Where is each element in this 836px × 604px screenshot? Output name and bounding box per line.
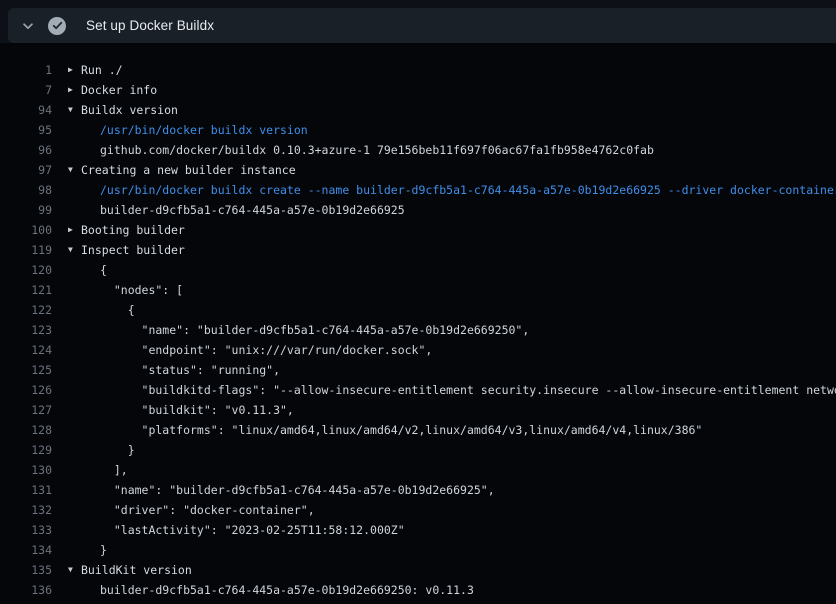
log-output-text: "name": "builder-d9cfb5a1-c764-445a-a57e… [68, 480, 495, 500]
log-output-text: "platforms": "linux/amd64,linux/amd64/v2… [68, 420, 702, 440]
collapse-step-button[interactable] [20, 18, 36, 34]
line-number[interactable]: 94 [0, 100, 52, 120]
log-line: 122 { [0, 300, 836, 320]
line-number[interactable]: 123 [0, 320, 52, 340]
log-line: 124 "endpoint": "unix:///var/run/docker.… [0, 340, 836, 360]
line-number[interactable]: 7 [0, 80, 52, 100]
log-output-text: { [68, 300, 135, 320]
line-number[interactable]: 98 [0, 180, 52, 200]
log-line: 120 { [0, 260, 836, 280]
log-line: 126 "buildkitd-flags": "--allow-insecure… [0, 380, 836, 400]
log-line: 121 "nodes": [ [0, 280, 836, 300]
log-line: 132 "driver": "docker-container", [0, 500, 836, 520]
log-line: 136 builder-d9cfb5a1-c764-445a-a57e-0b19d… [0, 580, 836, 600]
line-number[interactable]: 120 [0, 260, 52, 280]
log-line: 96 github.com/docker/buildx 0.10.3+azure-… [0, 140, 836, 160]
log-line: 135 ▼BuildKit version [0, 560, 836, 580]
log-group-title[interactable]: Buildx version [81, 103, 178, 117]
log-output-text: "name": "builder-d9cfb5a1-c764-445a-a57e… [68, 320, 529, 340]
line-number[interactable]: 130 [0, 460, 52, 480]
log-line: 7 ▶Docker info [0, 80, 836, 100]
chevron-down-icon [21, 19, 35, 33]
log-line: 100 ▶Booting builder [0, 220, 836, 240]
log-group-title[interactable]: Creating a new builder instance [81, 163, 296, 177]
chevron-down-icon[interactable]: ▼ [68, 160, 81, 180]
step-header-bar[interactable]: Set up Docker Buildx [8, 8, 836, 43]
line-number[interactable]: 132 [0, 500, 52, 520]
line-number[interactable]: 136 [0, 580, 52, 600]
line-number[interactable]: 125 [0, 360, 52, 380]
log-line: 125 "status": "running", [0, 360, 836, 380]
line-number[interactable]: 134 [0, 540, 52, 560]
check-icon [52, 20, 63, 31]
line-number[interactable]: 95 [0, 120, 52, 140]
log-group-title[interactable]: BuildKit version [81, 563, 192, 577]
log-output-text: { [68, 260, 107, 280]
line-number[interactable]: 97 [0, 160, 52, 180]
log-output-text: builder-d9cfb5a1-c764-445a-a57e-0b19d2e6… [68, 580, 474, 600]
step-title: Set up Docker Buildx [86, 18, 214, 33]
log-output-text: ], [68, 460, 128, 480]
chevron-down-icon[interactable]: ▼ [68, 560, 81, 580]
log-line: 130 ], [0, 460, 836, 480]
log-line: 134} [0, 540, 836, 560]
chevron-right-icon[interactable]: ▶ [68, 80, 81, 100]
log-line: 131 "name": "builder-d9cfb5a1-c764-445a-… [0, 480, 836, 500]
log-command-text: /usr/bin/docker buildx version [68, 120, 308, 140]
log-output[interactable]: 1▶Run ./7▶Docker info94▼Buildx version95… [0, 43, 836, 604]
line-number[interactable]: 119 [0, 240, 52, 260]
log-line: 119 ▼Inspect builder [0, 240, 836, 260]
log-line: 127 "buildkit": "v0.11.3", [0, 400, 836, 420]
log-line: 97 ▼Creating a new builder instance [0, 160, 836, 180]
log-output-text: } [68, 540, 107, 560]
line-number[interactable]: 135 [0, 560, 52, 580]
line-number[interactable]: 124 [0, 340, 52, 360]
line-number[interactable]: 131 [0, 480, 52, 500]
log-line: 99 builder-d9cfb5a1-c764-445a-a57e-0b19d2… [0, 200, 836, 220]
log-output-text: "lastActivity": "2023-02-25T11:58:12.000… [68, 520, 405, 540]
log-line: 123 "name": "builder-d9cfb5a1-c764-445a-… [0, 320, 836, 340]
log-line: 94 ▼Buildx version [0, 100, 836, 120]
line-number[interactable]: 1 [0, 60, 52, 80]
step-status-badge [48, 17, 66, 35]
line-number[interactable]: 129 [0, 440, 52, 460]
log-output-text: "endpoint": "unix:///var/run/docker.sock… [68, 340, 432, 360]
log-output-text: "buildkitd-flags": "--allow-insecure-ent… [68, 380, 836, 400]
log-group-title[interactable]: Inspect builder [81, 243, 185, 257]
log-output-text: "buildkit": "v0.11.3", [68, 400, 294, 420]
line-number[interactable]: 100 [0, 220, 52, 240]
log-output-text: "status": "running", [68, 360, 280, 380]
log-line: 98/usr/bin/docker buildx create --name b… [0, 180, 836, 200]
log-line: 129 } [0, 440, 836, 460]
line-number[interactable]: 96 [0, 140, 52, 160]
log-line: 133 "lastActivity": "2023-02-25T11:58:12… [0, 520, 836, 540]
line-number[interactable]: 127 [0, 400, 52, 420]
line-number[interactable]: 126 [0, 380, 52, 400]
line-number[interactable]: 122 [0, 300, 52, 320]
line-number[interactable]: 99 [0, 200, 52, 220]
log-line: 128 "platforms": "linux/amd64,linux/amd6… [0, 420, 836, 440]
log-output-text: github.com/docker/buildx 0.10.3+azure-1 … [68, 140, 654, 160]
chevron-down-icon[interactable]: ▼ [68, 100, 81, 120]
log-command-text: /usr/bin/docker buildx create --name bui… [68, 180, 836, 200]
chevron-right-icon[interactable]: ▶ [68, 220, 81, 240]
log-output-text: "driver": "docker-container", [68, 500, 315, 520]
log-viewer-header: Set up Docker Buildx [0, 0, 836, 43]
log-line: 95/usr/bin/docker buildx version [0, 120, 836, 140]
log-group-title[interactable]: Run ./ [81, 63, 123, 77]
log-group-title[interactable]: Booting builder [81, 223, 185, 237]
log-group-title[interactable]: Docker info [81, 83, 157, 97]
chevron-right-icon[interactable]: ▶ [68, 60, 81, 80]
line-number[interactable]: 133 [0, 520, 52, 540]
line-number[interactable]: 121 [0, 280, 52, 300]
chevron-down-icon[interactable]: ▼ [68, 240, 81, 260]
log-output-text: "nodes": [ [68, 280, 183, 300]
log-output-text: } [68, 440, 135, 460]
line-number[interactable]: 128 [0, 420, 52, 440]
log-line: 1 ▶Run ./ [0, 60, 836, 80]
log-output-text: builder-d9cfb5a1-c764-445a-a57e-0b19d2e6… [68, 200, 405, 220]
